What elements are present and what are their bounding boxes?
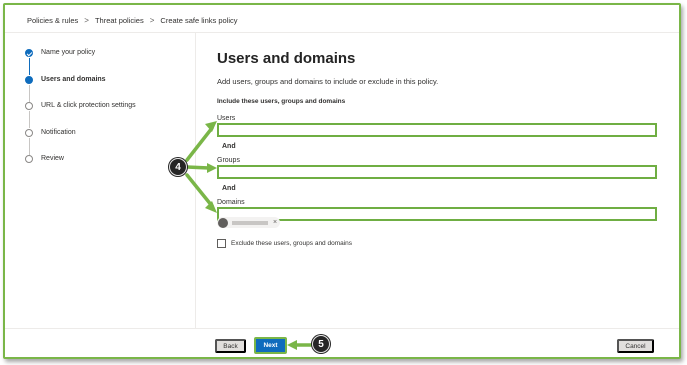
step-connector	[28, 58, 30, 75]
step-connector	[28, 84, 30, 102]
callout-arrows	[185, 121, 314, 350]
step-current-icon	[25, 75, 33, 84]
step-connector	[28, 111, 30, 128]
step-connector	[28, 137, 30, 155]
step-complete-check-icon	[25, 49, 33, 57]
step-pending-icon	[25, 102, 33, 110]
arrowhead-icon	[287, 340, 297, 350]
arrow-to-users-icon	[185, 126, 214, 162]
arrow-to-domains-icon	[185, 173, 214, 208]
step-pending-icon	[25, 128, 33, 137]
arrowhead-icon	[205, 201, 217, 213]
step-pending-icon	[25, 155, 33, 163]
callout-badge-4: 4	[169, 158, 187, 176]
arrow-to-groups-icon	[185, 165, 211, 170]
arrowhead-icon	[205, 121, 217, 132]
wizard-window: Policies & rules > Threat policies > Cre…	[3, 3, 681, 359]
callout-badge-5: 5	[312, 335, 330, 353]
arrowhead-icon	[207, 163, 217, 173]
